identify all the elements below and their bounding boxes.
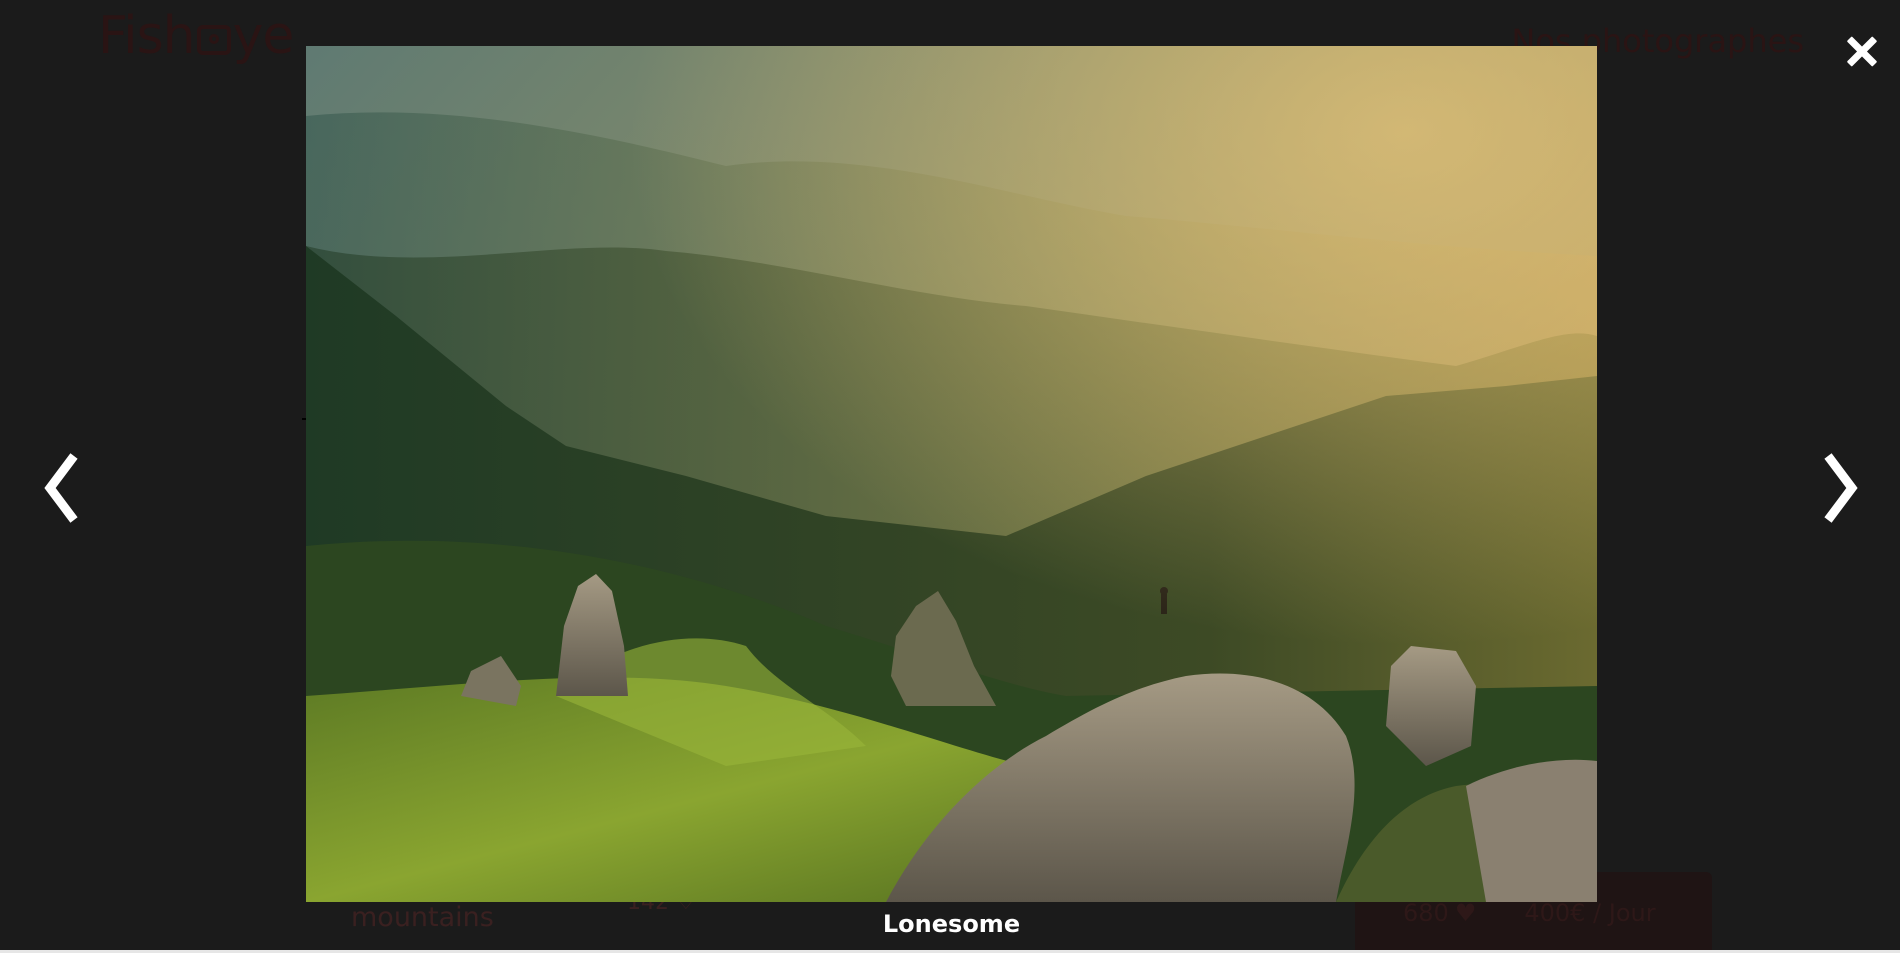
lightbox-caption: Lonesome	[882, 910, 1021, 938]
lightbox-photo	[306, 46, 1597, 902]
mountain-landscape-photo	[306, 46, 1597, 902]
close-button[interactable]	[1840, 30, 1884, 74]
chevron-right-icon	[1824, 453, 1858, 523]
chevron-left-icon	[44, 453, 78, 523]
next-button[interactable]	[1806, 448, 1866, 528]
page: Fish ye Nos photographes mountains 142 ♡ …	[0, 0, 1900, 953]
site-logo[interactable]: Fish ye	[98, 6, 295, 66]
logo-text-right: ye	[232, 6, 295, 66]
previous-button[interactable]	[36, 448, 96, 528]
logo-text-left: Fish	[98, 6, 196, 66]
camera-icon	[196, 25, 231, 55]
